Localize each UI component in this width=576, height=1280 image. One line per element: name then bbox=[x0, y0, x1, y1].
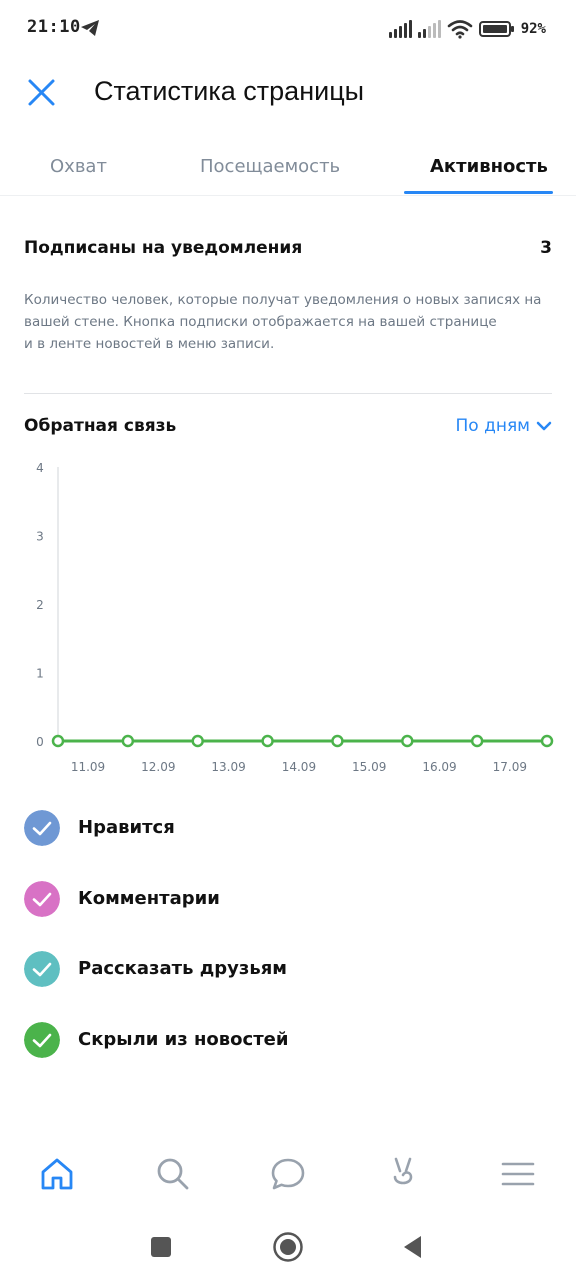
check-icon bbox=[24, 881, 60, 917]
x-tick-label: 16.09 bbox=[422, 760, 456, 774]
nav-menu[interactable] bbox=[492, 1148, 544, 1200]
tab-activity[interactable]: Активность bbox=[430, 156, 548, 177]
description-line: и в ленте новостей в меню записи. bbox=[24, 336, 275, 352]
data-point bbox=[191, 734, 204, 748]
status-icons: 92% bbox=[388, 17, 546, 41]
tab-active-indicator bbox=[404, 191, 553, 194]
status-time: 21:10 bbox=[27, 17, 81, 37]
tab-reach[interactable]: Охват bbox=[50, 156, 107, 177]
bottom-nav bbox=[0, 1140, 576, 1210]
period-label: По дням bbox=[455, 416, 530, 436]
y-tick-label: 4 bbox=[36, 461, 44, 475]
nav-clips[interactable] bbox=[377, 1148, 429, 1200]
close-icon bbox=[28, 79, 55, 106]
legend-label: Комментарии bbox=[78, 888, 220, 909]
subscribed-description: Количество человек, которые получат увед… bbox=[24, 289, 556, 355]
x-tick-label: 11.09 bbox=[71, 760, 105, 774]
x-tick-label: 17.09 bbox=[493, 760, 527, 774]
close-button[interactable] bbox=[22, 73, 62, 113]
subscribed-row: Подписаны на уведомления 3 bbox=[24, 236, 552, 266]
check-icon bbox=[24, 951, 60, 987]
header: Статистика страницы bbox=[0, 58, 576, 128]
legend-item-likes[interactable]: Нравится bbox=[24, 810, 552, 850]
x-tick-label: 12.09 bbox=[141, 760, 175, 774]
tab-bar: Охват Посещаемость Активность bbox=[0, 140, 576, 196]
legend-label: Рассказать друзьям bbox=[78, 958, 287, 979]
y-tick-label: 2 bbox=[36, 598, 44, 612]
nav-home[interactable] bbox=[31, 1148, 83, 1200]
y-tick-label: 0 bbox=[36, 735, 44, 749]
section-divider bbox=[24, 393, 552, 394]
home-button-icon bbox=[273, 1232, 303, 1262]
y-tick-label: 1 bbox=[36, 667, 44, 681]
data-point bbox=[331, 734, 344, 748]
feedback-row: Обратная связь По дням bbox=[24, 414, 552, 444]
legend-label: Скрыли из новостей bbox=[78, 1029, 289, 1050]
system-nav bbox=[0, 1215, 576, 1280]
tab-attendance[interactable]: Посещаемость bbox=[200, 156, 340, 177]
status-bar: 21:10 92% bbox=[0, 0, 576, 58]
chevron-down-icon bbox=[536, 421, 552, 431]
nav-messages[interactable] bbox=[262, 1148, 314, 1200]
battery-percent: 92% bbox=[520, 21, 546, 37]
period-dropdown[interactable]: По дням bbox=[455, 416, 552, 436]
clips-icon bbox=[393, 1157, 413, 1185]
signal-icon bbox=[388, 20, 412, 38]
description-line: вашей стене. Кнопка подписки отображаетс… bbox=[24, 314, 497, 330]
signal-icon bbox=[417, 20, 441, 38]
messages-icon bbox=[271, 1158, 305, 1190]
y-tick-label: 3 bbox=[36, 530, 44, 544]
feedback-chart: 0 1 2 3 4 11.09 12.09 13.09 14.09 15.09 16.09 17.09 bbox=[36, 461, 554, 774]
battery-icon bbox=[478, 21, 514, 37]
legend-item-shares[interactable]: Рассказать друзьям bbox=[24, 951, 552, 991]
x-tick-label: 13.09 bbox=[211, 760, 245, 774]
x-tick-label: 15.09 bbox=[352, 760, 386, 774]
back-icon bbox=[404, 1236, 421, 1258]
subscribed-count: 3 bbox=[540, 238, 552, 258]
nav-search[interactable] bbox=[147, 1148, 199, 1200]
data-point bbox=[51, 734, 65, 748]
feedback-title: Обратная связь bbox=[24, 416, 177, 436]
search-icon bbox=[157, 1158, 189, 1190]
check-icon bbox=[24, 1022, 60, 1058]
subscribed-title: Подписаны на уведомления bbox=[24, 238, 303, 258]
legend-item-comments[interactable]: Комментарии bbox=[24, 881, 552, 921]
legend-label: Нравится bbox=[78, 817, 175, 838]
recents-button[interactable] bbox=[141, 1227, 181, 1267]
back-button[interactable] bbox=[393, 1227, 433, 1267]
wifi-icon bbox=[447, 20, 473, 39]
home-button[interactable] bbox=[268, 1227, 308, 1267]
recents-icon bbox=[151, 1237, 171, 1257]
x-tick-label: 14.09 bbox=[282, 760, 316, 774]
legend-item-hidden[interactable]: Скрыли из новостей bbox=[24, 1022, 552, 1062]
menu-icon bbox=[501, 1162, 535, 1186]
home-icon bbox=[41, 1158, 73, 1190]
telegram-icon bbox=[81, 20, 99, 36]
page-title: Статистика страницы bbox=[94, 76, 365, 106]
data-point bbox=[121, 734, 135, 748]
description-line: Количество человек, которые получат увед… bbox=[24, 292, 542, 308]
check-icon bbox=[24, 810, 60, 846]
data-point bbox=[540, 734, 554, 748]
data-point bbox=[261, 734, 274, 748]
data-point bbox=[401, 734, 414, 748]
data-point bbox=[470, 734, 484, 748]
